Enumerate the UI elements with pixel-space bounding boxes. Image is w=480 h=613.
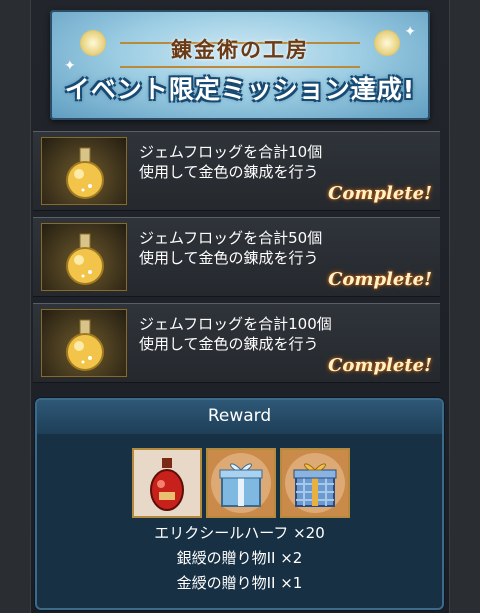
mission-text: ジェムフロッグを合計50個 使用して金色の錬成を行う bbox=[139, 228, 322, 268]
mission-line1: ジェムフロッグを合計10個 bbox=[139, 143, 323, 161]
right-frame bbox=[449, 0, 480, 613]
event-banner: ✦ ✦ 錬金術の工房 イベント限定ミッション達成! bbox=[50, 10, 430, 120]
elixir-bottle-icon[interactable] bbox=[132, 448, 202, 518]
mission-text: ジェムフロッグを合計100個 使用して金色の錬成を行う bbox=[139, 314, 332, 354]
banner-subtitle: イベント限定ミッション達成! bbox=[64, 75, 416, 104]
mission-row: ジェムフロッグを合計100個 使用して金色の錬成を行う Complete! bbox=[33, 303, 440, 383]
complete-label: Complete! bbox=[328, 355, 432, 376]
reward-line: エリクシールハーフ ×20 bbox=[154, 524, 325, 542]
complete-label: Complete! bbox=[328, 183, 432, 204]
reward-title: Reward bbox=[207, 406, 272, 426]
mission-row: ジェムフロッグを合計10個 使用して金色の錬成を行う Complete! bbox=[33, 131, 440, 211]
left-frame bbox=[0, 0, 31, 613]
reward-header: Reward bbox=[37, 400, 442, 434]
mission-line2: 使用して金色の錬成を行う bbox=[139, 163, 319, 181]
mission-line1: ジェムフロッグを合計100個 bbox=[139, 315, 332, 333]
mission-row: ジェムフロッグを合計50個 使用して金色の錬成を行う Complete! bbox=[33, 217, 440, 297]
reward-items bbox=[132, 448, 350, 518]
reward-panel: Reward エリクシールハーフ ×20 銀綬の贈り物II ×2 金綬の贈り物I… bbox=[35, 398, 444, 610]
golden-flask-icon bbox=[41, 223, 127, 291]
golden-flask-icon bbox=[41, 309, 127, 377]
mission-text: ジェムフロッグを合計10個 使用して金色の錬成を行う bbox=[139, 142, 322, 182]
complete-label: Complete! bbox=[328, 269, 432, 290]
reward-line: 金綬の贈り物II ×1 bbox=[176, 574, 303, 592]
silver-gift-icon[interactable] bbox=[206, 448, 276, 518]
reward-line: 銀綬の贈り物II ×2 bbox=[176, 549, 303, 567]
gold-gift-icon[interactable] bbox=[280, 448, 350, 518]
banner-title: 錬金術の工房 bbox=[171, 37, 309, 62]
mission-line1: ジェムフロッグを合計50個 bbox=[139, 229, 323, 247]
mission-line2: 使用して金色の錬成を行う bbox=[139, 335, 319, 353]
mission-line2: 使用して金色の錬成を行う bbox=[139, 249, 319, 267]
golden-flask-icon bbox=[41, 137, 127, 205]
